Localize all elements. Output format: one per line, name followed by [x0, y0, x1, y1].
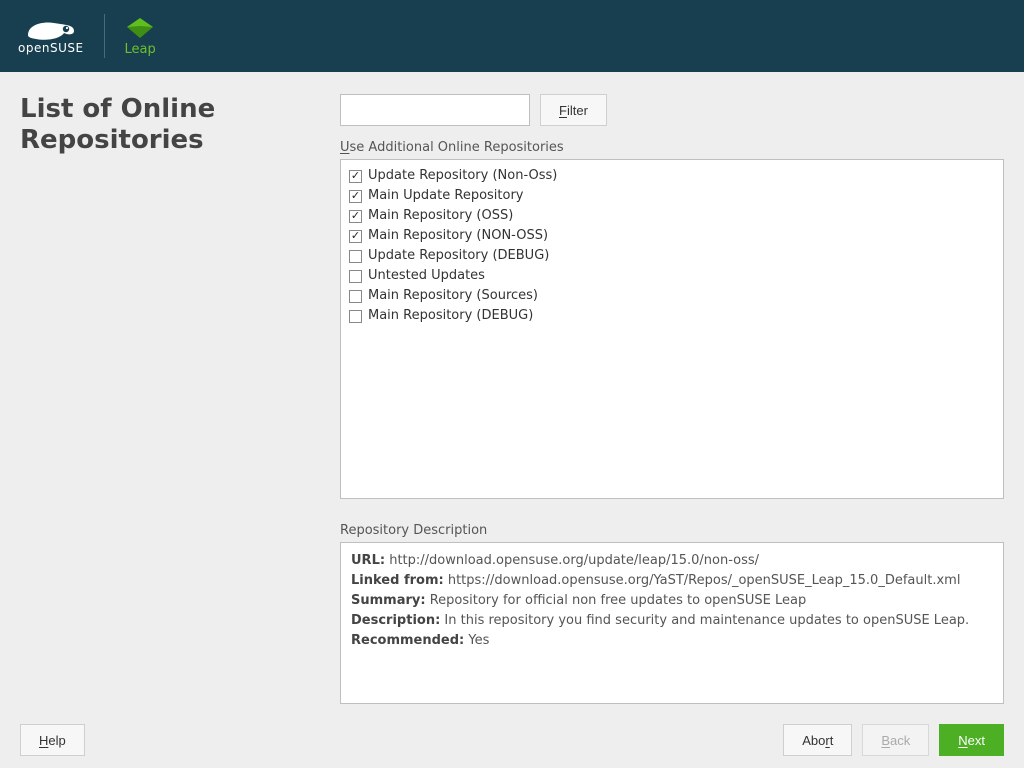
desc-description-key: Description:: [351, 613, 440, 628]
repo-row[interactable]: Main Repository (NON-OSS): [349, 226, 995, 246]
repo-checkbox[interactable]: [349, 310, 362, 323]
repo-row[interactable]: Main Update Repository: [349, 186, 995, 206]
help-button[interactable]: Help: [20, 724, 85, 756]
repo-checkbox[interactable]: [349, 230, 362, 243]
main-column: Filter Use Additional Online Repositorie…: [340, 94, 1004, 712]
desc-summary-value: Repository for official non free updates…: [430, 593, 807, 608]
brand-divider: [104, 14, 105, 58]
opensuse-logo: openSUSE: [18, 17, 84, 55]
repo-label: Untested Updates: [368, 266, 485, 286]
leap-logo: Leap: [125, 16, 156, 57]
header-bar: openSUSE Leap: [0, 0, 1024, 72]
back-button: Back: [862, 724, 929, 756]
gecko-icon: [24, 17, 78, 43]
leap-icon: [125, 16, 155, 40]
repo-checkbox[interactable]: [349, 210, 362, 223]
desc-linked-key: Linked from:: [351, 573, 444, 588]
footer: Help Abort Back Next: [0, 712, 1024, 768]
repo-label: Update Repository (Non-Oss): [368, 166, 557, 186]
repo-row[interactable]: Main Repository (OSS): [349, 206, 995, 226]
filter-row: Filter: [340, 94, 1004, 126]
brand-lockup: openSUSE Leap: [18, 14, 156, 58]
desc-recommended-value: Yes: [468, 633, 489, 648]
desc-description-value: In this repository you find security and…: [444, 613, 969, 628]
repo-checkbox[interactable]: [349, 190, 362, 203]
repos-section-label: Use Additional Online Repositories: [340, 140, 1004, 155]
desc-section-label: Repository Description: [340, 523, 1004, 538]
filter-input[interactable]: [340, 94, 530, 126]
repo-label: Main Repository (NON-OSS): [368, 226, 548, 246]
desc-url-key: URL:: [351, 553, 385, 568]
opensuse-wordmark: openSUSE: [18, 41, 84, 55]
abort-button[interactable]: Abort: [783, 724, 852, 756]
repo-label: Main Repository (DEBUG): [368, 306, 533, 326]
leap-wordmark: Leap: [125, 42, 156, 57]
repo-checkbox[interactable]: [349, 290, 362, 303]
desc-summary-key: Summary:: [351, 593, 426, 608]
repo-description-box: URL: http://download.opensuse.org/update…: [340, 542, 1004, 704]
repo-label: Main Repository (Sources): [368, 286, 538, 306]
repo-checkbox[interactable]: [349, 250, 362, 263]
repo-row[interactable]: Update Repository (DEBUG): [349, 246, 995, 266]
repo-row[interactable]: Main Repository (DEBUG): [349, 306, 995, 326]
desc-linked-value: https://download.opensuse.org/YaST/Repos…: [448, 573, 961, 588]
repo-row[interactable]: Main Repository (Sources): [349, 286, 995, 306]
desc-url-value: http://download.opensuse.org/update/leap…: [389, 553, 759, 568]
repo-label: Update Repository (DEBUG): [368, 246, 549, 266]
repo-checkbox[interactable]: [349, 170, 362, 183]
repo-label: Main Update Repository: [368, 186, 524, 206]
page-title: List of Online Repositories: [20, 94, 322, 156]
repo-checkbox[interactable]: [349, 270, 362, 283]
next-button[interactable]: Next: [939, 724, 1004, 756]
repo-row[interactable]: Update Repository (Non-Oss): [349, 166, 995, 186]
repo-list[interactable]: Update Repository (Non-Oss)Main Update R…: [340, 159, 1004, 499]
body: List of Online Repositories Filter Use A…: [0, 72, 1024, 712]
filter-button[interactable]: Filter: [540, 94, 607, 126]
repo-label: Main Repository (OSS): [368, 206, 513, 226]
desc-recommended-key: Recommended:: [351, 633, 464, 648]
left-column: List of Online Repositories: [20, 94, 340, 712]
repo-row[interactable]: Untested Updates: [349, 266, 995, 286]
